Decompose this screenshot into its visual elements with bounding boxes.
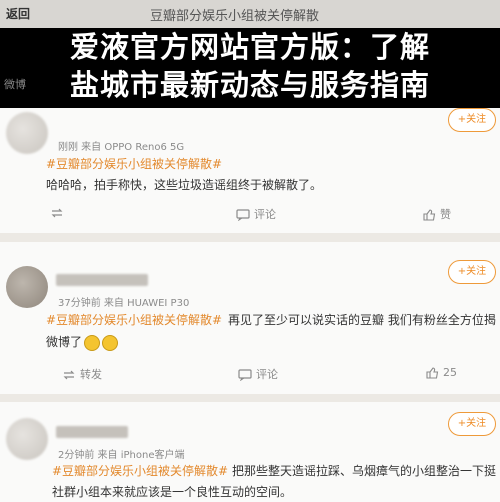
comment-text-line2: 社群小组本来就应该是一个良性互动的空间。 — [52, 485, 293, 499]
repost-icon — [51, 208, 63, 218]
comment-icon — [238, 369, 252, 382]
comment-button[interactable]: 评论 — [238, 366, 278, 382]
top-navigation-bar: 返回 豆瓣部分娱乐小组被关停解散 — [0, 0, 500, 29]
like-button[interactable]: 赞 — [423, 206, 451, 222]
comment-card: +关注 2分钟前 来自 iPhone客户端 #豆瓣部分娱乐小组被关停解散# 把那… — [0, 402, 500, 502]
comment-text: 哈哈哈，拍手称快，这些垃圾造谣组终于被解散了。 — [46, 178, 323, 192]
topic-hashtag[interactable]: #豆瓣部分娱乐小组被关停解散# — [52, 462, 228, 479]
comment-card: +关注 37分钟前 来自 HUAWEI P30 #豆瓣部分娱乐小组被关停解散# … — [0, 242, 500, 394]
comment-button[interactable]: 评论 — [236, 206, 276, 222]
ghost-label: 微博 — [4, 78, 26, 91]
headline-line-1: 爱液官方网站官方版：了解 — [69, 30, 430, 64]
action-bar: 转发 评论 25 — [0, 366, 500, 386]
topic-hashtag[interactable]: #豆瓣部分娱乐小组被关停解散# — [46, 311, 222, 328]
avatar[interactable] — [6, 418, 48, 460]
comment-card: 微博 +关注 刚刚 来自 OPPO Reno6 5G #豆瓣部分娱乐小组被关停解… — [0, 78, 500, 233]
comment-icon — [236, 209, 250, 222]
follow-button[interactable]: +关注 — [448, 108, 496, 132]
like-button[interactable]: 25 — [426, 366, 457, 379]
headline-line-2: 盐城市最新动态与服务指南 — [69, 68, 430, 102]
repost-button[interactable]: 转发 — [62, 366, 102, 382]
comment-text: 再见了至少可以说实话的豆瓣 我们有粉丝全方位揭 — [228, 313, 496, 327]
thumbs-up-icon — [426, 367, 439, 379]
username-blurred[interactable] — [56, 274, 148, 286]
topic-hashtag[interactable]: #豆瓣部分娱乐小组被关停解散# — [46, 155, 222, 172]
username-blurred[interactable] — [56, 426, 128, 438]
follow-button[interactable]: +关注 — [448, 260, 496, 284]
comment-text: 把那些整天造谣拉踩、乌烟瘴气的小组整治一下挺 — [232, 464, 497, 478]
avatar[interactable] — [6, 112, 48, 154]
comment-text-line2: 微博了 — [46, 333, 119, 351]
smile-emoji-icon — [102, 334, 119, 351]
follow-button[interactable]: +关注 — [448, 412, 496, 436]
comment-meta: 37分钟前 来自 HUAWEI P30 — [58, 298, 190, 309]
headline-overlay: 爱液官方网站官方版：了解 盐城市最新动态与服务指南 — [0, 28, 500, 108]
comment-meta: 2分钟前 来自 iPhone客户端 — [58, 450, 185, 461]
topic-title: 豆瓣部分娱乐小组被关停解散 — [150, 9, 320, 24]
repost-icon — [63, 370, 75, 380]
avatar[interactable] — [6, 266, 48, 308]
thumbs-up-icon — [423, 209, 436, 221]
repost-button[interactable] — [50, 206, 68, 219]
comment-meta: 刚刚 来自 OPPO Reno6 5G — [58, 142, 185, 153]
smile-emoji-icon — [84, 334, 101, 351]
action-bar: 评论 赞 — [0, 206, 500, 226]
back-button[interactable]: 返回 — [6, 5, 30, 22]
